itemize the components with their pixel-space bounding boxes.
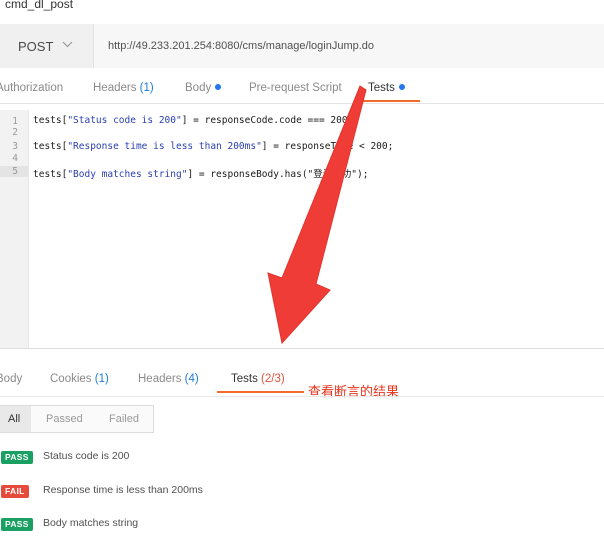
filter-passed-button[interactable]: Passed xyxy=(46,413,83,425)
line-number: 2 xyxy=(12,127,18,138)
response-tab-cookies[interactable]: Cookies (1) xyxy=(50,373,109,385)
active-tab-indicator xyxy=(355,100,420,102)
code-line: tests["Response time is less than 200ms"… xyxy=(33,141,394,152)
tab-pre-request-script[interactable]: Pre-request Script xyxy=(249,82,342,94)
editor-divider xyxy=(0,348,604,349)
tab-authorization[interactable]: Authorization xyxy=(0,82,63,94)
filter-failed-button[interactable]: Failed xyxy=(109,413,139,425)
annotation-text: 查看断言的结果 xyxy=(308,384,400,399)
line-number: 1 xyxy=(12,116,18,127)
line-number: 4 xyxy=(12,153,18,164)
line-number: 5 xyxy=(0,166,28,177)
response-tab-tests[interactable]: Tests (2/3) xyxy=(231,373,285,385)
test-result-name: Status code is 200 xyxy=(43,450,130,462)
tab-body[interactable]: Body xyxy=(185,82,222,94)
code-line: tests["Body matches string"] = responseB… xyxy=(33,169,369,180)
url-input[interactable]: http://49.233.201.254:8080/cms/manage/lo… xyxy=(108,40,374,52)
response-tab-body[interactable]: Body xyxy=(0,373,22,385)
annotation-underline xyxy=(217,391,304,393)
chevron-down-icon xyxy=(62,41,73,48)
tabs-divider xyxy=(0,103,604,104)
method-label: POST xyxy=(18,39,54,54)
test-result-name: Body matches string xyxy=(43,517,139,529)
pass-badge: PASS xyxy=(1,451,33,464)
modified-dot-icon xyxy=(398,84,405,90)
tab-tests[interactable]: Tests xyxy=(368,82,405,94)
response-tab-headers[interactable]: Headers (4) xyxy=(138,373,199,385)
pass-badge: PASS xyxy=(1,518,33,531)
tab-headers[interactable]: Headers (1) xyxy=(93,82,154,94)
modified-dot-icon xyxy=(215,84,222,90)
response-tabs-divider xyxy=(0,396,604,397)
line-gutter: 1 2 3 4 5 xyxy=(0,110,29,348)
result-filter: All Passed Failed xyxy=(0,405,154,433)
filter-all-button[interactable]: All xyxy=(8,413,20,425)
window-title: cmd_dl_post xyxy=(5,0,74,11)
request-bar: POST http://49.233.201.254:8080/cms/mana… xyxy=(0,24,604,68)
tests-editor[interactable]: 1 2 3 4 5 tests["Status code is 200"] = … xyxy=(0,110,604,348)
line-number: 3 xyxy=(12,141,18,152)
method-select[interactable]: POST xyxy=(0,24,94,68)
test-result-name: Response time is less than 200ms xyxy=(43,484,203,496)
fail-badge: FAIL xyxy=(1,485,29,498)
code-line: tests["Status code is 200"] = responseCo… xyxy=(33,115,354,126)
